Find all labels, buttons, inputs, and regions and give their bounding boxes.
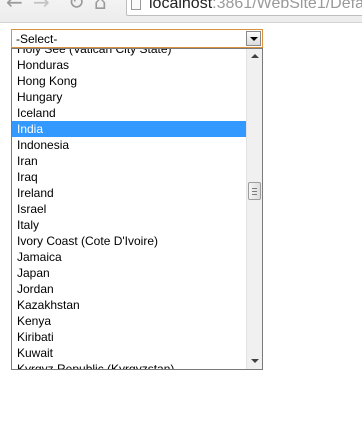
scroll-up-arrow-icon[interactable] [247,50,262,64]
dropdown-option[interactable]: Iran [12,153,247,169]
url-host: localhost [149,0,213,12]
dropdown-option[interactable]: Hungary [12,89,247,105]
select-value: -Select- [16,32,58,46]
dropdown-option[interactable]: Jamaica [12,249,247,265]
dropdown-option[interactable]: Holy See (Vatican City State) [12,49,247,57]
thumb-grip-line [252,194,257,195]
browser-toolbar: ← → ↻ ⌂ localhost:3861/WebSite1/Defa [0,0,362,23]
dropdown-scrollbar[interactable] [246,49,262,369]
dropdown-option[interactable]: Italy [12,217,247,233]
dropdown-option[interactable]: Iceland [12,105,247,121]
forward-arrow-icon[interactable]: → [33,0,50,12]
country-select[interactable]: -Select- [11,29,263,48]
dropdown-option[interactable]: Ireland [12,185,247,201]
thumb-grip-line [252,191,257,192]
dropdown-option[interactable]: Jordan [12,281,247,297]
dropdown-option[interactable]: Honduras [12,57,247,73]
dropdown-option[interactable]: Kiribati [12,329,247,345]
scrollbar-thumb[interactable] [248,182,261,200]
thumb-grip-line [252,188,257,189]
page-icon [131,0,141,10]
options-list: Holy See (Vatican City State) Honduras Hon… [12,49,247,369]
back-arrow-icon[interactable]: ← [6,0,23,12]
dropdown-option[interactable]: Indonesia [12,137,247,153]
dropdown-arrow-icon[interactable] [246,31,261,46]
dropdown-option[interactable]: Iraq [12,169,247,185]
address-bar[interactable]: localhost:3861/WebSite1/Defa [126,0,362,16]
scroll-down-arrow-icon[interactable] [247,354,262,368]
dropdown-option[interactable]: Hong Kong [12,73,247,89]
dropdown-option[interactable]: Israel [12,201,247,217]
reload-icon[interactable]: ↻ [68,0,85,12]
dropdown-option[interactable]: Ivory Coast (Cote D'Ivoire) [12,233,247,249]
dropdown-option[interactable]: Kenya [12,313,247,329]
dropdown-option[interactable]: Kuwait [12,345,247,361]
address-text: localhost:3861/WebSite1/Defa [149,0,362,14]
country-dropdown-list[interactable]: Holy See (Vatican City State) Honduras Hon… [11,48,263,370]
home-icon[interactable]: ⌂ [94,0,107,12]
dropdown-option[interactable]: Kyrgyz Republic (Kyrgyzstan) [12,361,247,369]
url-path: :3861/WebSite1/Defa [212,0,362,12]
dropdown-option[interactable]: India [12,121,247,137]
dropdown-option[interactable]: Japan [12,265,247,281]
dropdown-option[interactable]: Kazakhstan [12,297,247,313]
